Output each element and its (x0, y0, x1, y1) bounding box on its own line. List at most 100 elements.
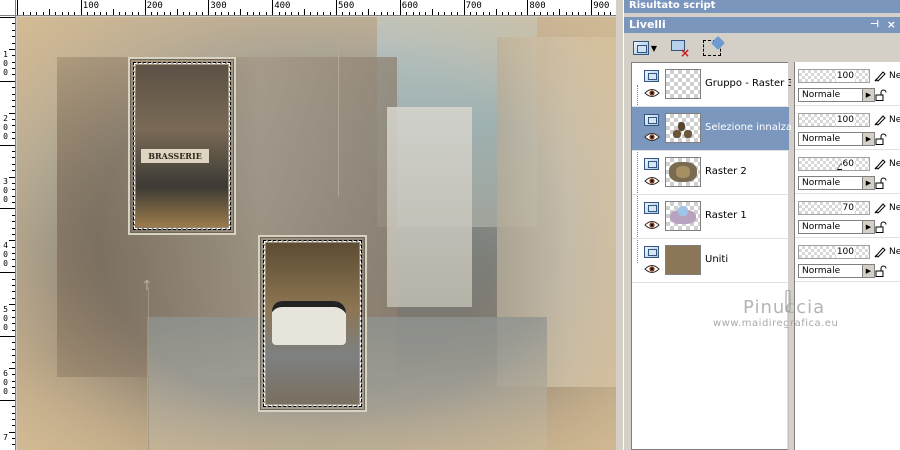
ruler-tick (12, 138, 15, 140)
chevron-right-icon[interactable]: ▶ (862, 265, 874, 277)
ruler-tick (527, 0, 529, 15)
ruler-tick (246, 12, 248, 15)
opacity-slider[interactable]: 60 (798, 157, 870, 171)
opacity-slider[interactable]: 70 (798, 201, 870, 215)
blend-mode-select[interactable]: Normale ▶ (798, 264, 875, 278)
ruler-tick (495, 9, 497, 15)
delete-layer-button[interactable]: × (669, 38, 691, 59)
blend-mode-value: Normale (802, 90, 841, 100)
eye-icon[interactable] (644, 176, 660, 186)
layer-name: Raster 1 (705, 210, 747, 221)
ruler-tick (36, 12, 38, 15)
eye-icon[interactable] (644, 220, 660, 230)
ruler-tick (12, 387, 15, 389)
ruler-tick (12, 221, 15, 223)
ruler-left-label: 5 (3, 305, 8, 314)
image-canvas[interactable]: ↑ BRASSERIE (17, 17, 616, 450)
ruler-tick (9, 304, 15, 306)
layer-name: Raster 2 (705, 166, 747, 177)
chevron-right-icon[interactable]: ▶ (862, 89, 874, 101)
opacity-slider[interactable]: 100 (798, 245, 870, 259)
ruler-tick (259, 12, 261, 15)
ruler-left-label: 2 (3, 113, 8, 123)
ruler-tick (265, 12, 267, 15)
ruler-tick (489, 12, 491, 15)
marching-ants (133, 62, 231, 230)
pin-icon[interactable]: ⊣ (870, 17, 879, 33)
lock-icon[interactable] (875, 221, 887, 233)
selection-frame-2[interactable] (258, 235, 367, 412)
ruler-tick (310, 12, 312, 15)
ruler-tick (355, 12, 357, 15)
blend-mode-select[interactable]: Normale ▶ (798, 220, 875, 234)
ruler-tick (469, 12, 471, 15)
new-layer-button[interactable]: ▼ (629, 38, 661, 58)
ruler-tick (406, 12, 408, 15)
ruler-tick (12, 119, 15, 121)
chevron-right-icon[interactable]: ▶ (862, 221, 874, 233)
ruler-tick (12, 342, 15, 344)
lock-icon[interactable] (875, 89, 887, 101)
ruler-tick (374, 12, 376, 15)
watermark-url: www.maidiregrafica.eu (713, 318, 839, 329)
layer-row[interactable]: Gruppo - Raster 3 (632, 63, 794, 107)
brush-icon[interactable] (874, 158, 886, 170)
chevron-right-icon[interactable]: ▶ (862, 133, 874, 145)
delete-layer-icon: × (671, 40, 690, 59)
brush-icon[interactable] (874, 114, 886, 126)
ruler-tick (565, 12, 567, 15)
ruler-tick (546, 12, 548, 15)
ruler-left-label: 1 (3, 49, 8, 59)
brush-icon[interactable] (874, 202, 886, 214)
app-window: 100 200 300 400 500 600 700 800 900 100200300400… (0, 0, 900, 450)
brush-icon[interactable] (874, 70, 886, 82)
chevron-right-icon[interactable]: ▶ (862, 177, 874, 189)
eye-icon[interactable] (644, 264, 660, 274)
ruler-tick (540, 12, 542, 15)
ruler-top-label: 700 (465, 1, 482, 11)
selection-mask-button[interactable] (701, 38, 723, 58)
lock-icon[interactable] (875, 133, 887, 145)
close-icon[interactable]: × (887, 17, 896, 33)
brush-icon[interactable] (874, 246, 886, 258)
opacity-value: 100 (835, 70, 855, 82)
ruler-tick (361, 12, 363, 15)
ruler-tick (125, 12, 127, 15)
ruler-tick (12, 278, 15, 280)
ruler-tick (221, 12, 223, 15)
blend-mode-select[interactable]: Normale ▶ (798, 176, 875, 190)
eye-icon[interactable] (644, 88, 660, 98)
guide-line (338, 17, 339, 197)
ruler-left-label: 0 (3, 323, 8, 332)
raster-layer-icon (644, 246, 659, 258)
layer-mode-label: Ne (889, 71, 900, 81)
blend-mode-select[interactable]: Normale ▶ (798, 132, 875, 146)
script-result-title-bar[interactable]: Risultato script (624, 0, 900, 13)
ruler-tick (12, 157, 15, 159)
lock-icon[interactable] (875, 265, 887, 277)
layer-row[interactable]: Raster 2 (632, 151, 789, 195)
layer-row[interactable]: Raster 1 (632, 195, 789, 239)
ruler-tick (12, 246, 15, 248)
ruler-top-label: 800 (529, 1, 546, 11)
ruler-tick (12, 68, 15, 70)
layer-row[interactable]: Selezione innalzata (632, 107, 802, 151)
selection-frame-1[interactable]: BRASSERIE (128, 57, 236, 235)
opacity-value: 60 (841, 158, 855, 170)
ruler-tick (176, 9, 178, 15)
ruler-tick (12, 329, 15, 331)
ruler-tick (501, 12, 503, 15)
eye-icon[interactable] (644, 132, 660, 142)
ruler-tick (12, 291, 15, 293)
opacity-slider[interactable]: 100 (798, 69, 870, 83)
lock-icon[interactable] (875, 177, 887, 189)
blend-mode-select[interactable]: Normale ▶ (798, 88, 875, 102)
layer-row[interactable]: Uniti (632, 239, 789, 283)
ruler-tick (87, 12, 89, 15)
opacity-slider[interactable]: 100 (798, 113, 870, 127)
layers-title-bar[interactable]: Livelli ⊣ × (624, 17, 900, 33)
layer-thumbnail (665, 245, 701, 275)
ruler-tick (438, 12, 440, 15)
ruler-tick (163, 12, 165, 15)
ruler-tick (584, 12, 586, 15)
